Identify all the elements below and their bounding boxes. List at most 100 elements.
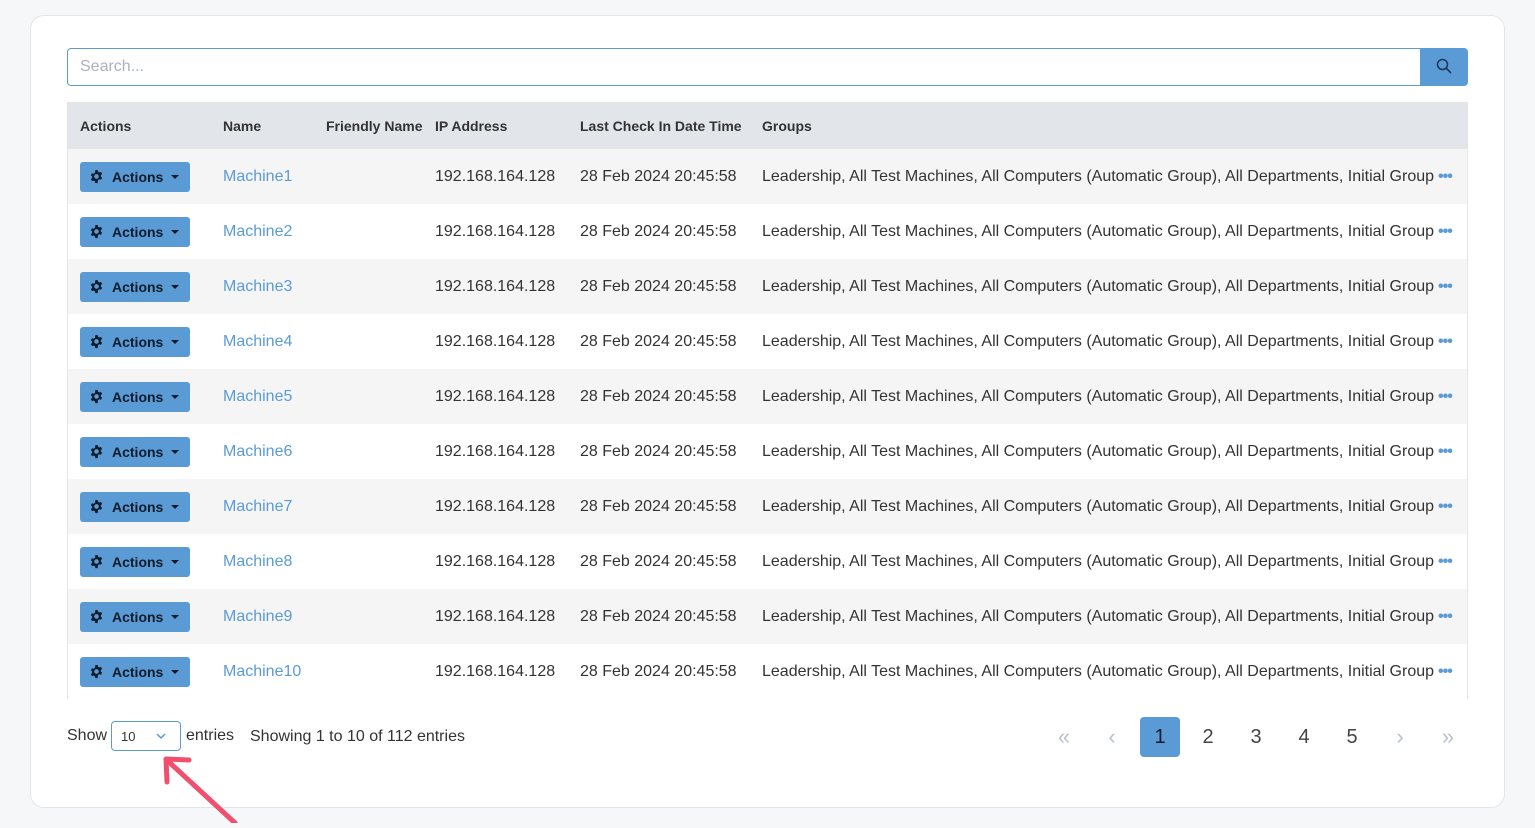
- groups-cell: Leadership, All Test Machines, All Compu…: [750, 589, 1467, 644]
- last-check-in-cell: 28 Feb 2024 20:45:58: [580, 277, 737, 295]
- friendly-name-cell: [314, 589, 423, 644]
- previous-page-button[interactable]: ‹: [1092, 717, 1132, 757]
- last-check-in-cell: 28 Feb 2024 20:45:58: [580, 607, 737, 625]
- actions-dropdown-button[interactable]: Actions: [80, 326, 190, 357]
- groups-text: Leadership, All Test Machines, All Compu…: [762, 167, 1435, 185]
- show-label: Show: [67, 727, 108, 744]
- search-button[interactable]: [1420, 48, 1468, 86]
- page-button-5[interactable]: 5: [1332, 717, 1372, 757]
- machine-name-link[interactable]: Machine9: [223, 608, 292, 625]
- ellipsis-icon[interactable]: •••: [1438, 223, 1453, 241]
- page-button-4[interactable]: 4: [1284, 717, 1324, 757]
- name-cell: Machine10: [211, 644, 314, 699]
- ip-address-cell: 192.168.164.128: [435, 167, 556, 185]
- actions-dropdown-button[interactable]: Actions: [80, 546, 190, 577]
- machine-name-link[interactable]: Machine6: [223, 443, 292, 460]
- last-check-in-cell: 28 Feb 2024 20:45:58: [580, 552, 737, 570]
- page-button-3[interactable]: 3: [1236, 717, 1276, 757]
- gear-icon: [89, 444, 104, 459]
- ellipsis-icon[interactable]: •••: [1438, 443, 1453, 461]
- caret-down-icon: [171, 504, 180, 509]
- actions-cell: Actions: [68, 314, 211, 369]
- ip-address-cell: 192.168.164.128: [435, 332, 556, 350]
- actions-cell: Actions: [68, 644, 211, 699]
- actions-cell: Actions: [68, 204, 211, 259]
- actions-cell: Actions: [68, 259, 211, 314]
- first-page-button[interactable]: «: [1044, 717, 1084, 757]
- machine-name-link[interactable]: Machine10: [223, 663, 301, 680]
- name-cell: Machine4: [211, 314, 314, 369]
- groups-text: Leadership, All Test Machines, All Compu…: [762, 497, 1435, 515]
- ip-address-cell: 192.168.164.128: [435, 497, 556, 515]
- machines-table: Actions Name Friendly Name IP Address La…: [67, 102, 1468, 699]
- ellipsis-icon[interactable]: •••: [1438, 553, 1453, 571]
- ip-address-cell: 192.168.164.128: [435, 222, 556, 240]
- search-input[interactable]: [67, 48, 1420, 86]
- column-header-groups[interactable]: Groups: [750, 103, 1467, 149]
- caret-down-icon: [171, 669, 180, 674]
- actions-dropdown-button[interactable]: Actions: [80, 491, 190, 522]
- last-page-button[interactable]: »: [1428, 717, 1468, 757]
- column-header-last-check-in[interactable]: Last Check In Date Time: [568, 103, 750, 149]
- arrow-annotation: [155, 752, 245, 828]
- table-row: Actions Machine4 192.168.164.128 28 Feb 202…: [68, 314, 1467, 369]
- actions-button-label: Actions: [112, 388, 164, 405]
- actions-dropdown-button[interactable]: Actions: [80, 436, 190, 467]
- groups-text: Leadership, All Test Machines, All Compu…: [762, 332, 1435, 350]
- page-button-1[interactable]: 1: [1140, 717, 1180, 757]
- groups-text: Leadership, All Test Machines, All Compu…: [762, 277, 1435, 295]
- machine-name-link[interactable]: Machine2: [223, 223, 292, 240]
- gear-icon: [89, 279, 104, 294]
- ip-address-cell: 192.168.164.128: [435, 442, 556, 460]
- actions-dropdown-button[interactable]: Actions: [80, 161, 190, 192]
- friendly-name-cell: [314, 534, 423, 589]
- groups-cell: Leadership, All Test Machines, All Compu…: [750, 149, 1467, 204]
- machine-name-link[interactable]: Machine5: [223, 388, 292, 405]
- groups-text: Leadership, All Test Machines, All Compu…: [762, 552, 1435, 570]
- ellipsis-icon[interactable]: •••: [1438, 168, 1453, 186]
- ip-address-cell: 192.168.164.128: [435, 277, 556, 295]
- friendly-name-cell: [314, 149, 423, 204]
- ellipsis-icon[interactable]: •••: [1438, 608, 1453, 626]
- table-header-row: Actions Name Friendly Name IP Address La…: [68, 103, 1467, 149]
- friendly-name-cell: [314, 479, 423, 534]
- table-row: Actions Machine2 192.168.164.128 28 Feb 202…: [68, 204, 1467, 259]
- actions-dropdown-button[interactable]: Actions: [80, 601, 190, 632]
- table-row: Actions Machine1 192.168.164.128 28 Feb 202…: [68, 149, 1467, 204]
- column-header-ip-address[interactable]: IP Address: [423, 103, 568, 149]
- ellipsis-icon[interactable]: •••: [1438, 663, 1453, 681]
- column-header-friendly-name[interactable]: Friendly Name: [314, 103, 423, 149]
- pagination: « ‹ 1 2 3 4 5 › »: [1036, 717, 1468, 757]
- groups-text: Leadership, All Test Machines, All Compu…: [762, 387, 1435, 405]
- actions-dropdown-button[interactable]: Actions: [80, 216, 190, 247]
- actions-dropdown-button[interactable]: Actions: [80, 271, 190, 302]
- last-check-in-cell: 28 Feb 2024 20:45:58: [580, 332, 737, 350]
- machine-name-link[interactable]: Machine4: [223, 333, 292, 350]
- ellipsis-icon[interactable]: •••: [1438, 278, 1453, 296]
- name-cell: Machine9: [211, 589, 314, 644]
- page-button-2[interactable]: 2: [1188, 717, 1228, 757]
- machine-name-link[interactable]: Machine8: [223, 553, 292, 570]
- machine-name-link[interactable]: Machine7: [223, 498, 292, 515]
- ellipsis-icon[interactable]: •••: [1438, 388, 1453, 406]
- machine-name-link[interactable]: Machine1: [223, 168, 292, 185]
- column-header-actions[interactable]: Actions: [68, 103, 211, 149]
- ellipsis-icon[interactable]: •••: [1438, 498, 1453, 516]
- caret-down-icon: [171, 174, 180, 179]
- actions-dropdown-button[interactable]: Actions: [80, 381, 190, 412]
- friendly-name-cell: [314, 314, 423, 369]
- friendly-name-cell: [314, 259, 423, 314]
- actions-button-label: Actions: [112, 498, 164, 515]
- ellipsis-icon[interactable]: •••: [1438, 333, 1453, 351]
- groups-cell: Leadership, All Test Machines, All Compu…: [750, 644, 1467, 699]
- groups-cell: Leadership, All Test Machines, All Compu…: [750, 314, 1467, 369]
- actions-dropdown-button[interactable]: Actions: [80, 656, 190, 687]
- actions-cell: Actions: [68, 589, 211, 644]
- next-page-button[interactable]: ›: [1380, 717, 1420, 757]
- page-size-select[interactable]: 10: [111, 721, 181, 751]
- column-header-name[interactable]: Name: [211, 103, 314, 149]
- machine-name-link[interactable]: Machine3: [223, 278, 292, 295]
- groups-cell: Leadership, All Test Machines, All Compu…: [750, 424, 1467, 479]
- actions-button-label: Actions: [112, 443, 164, 460]
- gear-icon: [89, 334, 104, 349]
